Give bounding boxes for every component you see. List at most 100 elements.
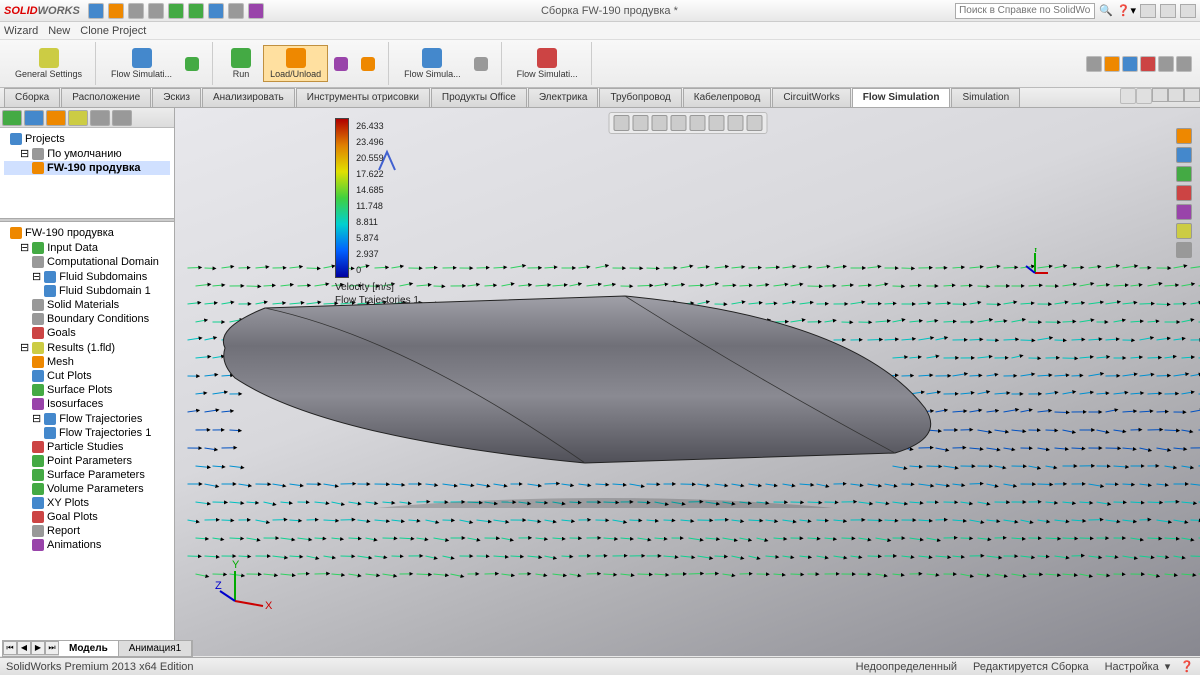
tab-nav-next[interactable]: ▶	[31, 641, 45, 655]
menu-wizard[interactable]: Wizard	[4, 25, 38, 37]
flow-simulation-button-3[interactable]: Flow Simulati...	[510, 45, 585, 82]
tree-solid-materials[interactable]: Solid Materials	[4, 298, 170, 312]
tree-results[interactable]: ⊟Results (1.fld)	[4, 340, 170, 355]
ribbon-small-1[interactable]	[181, 55, 206, 73]
tree-report[interactable]: Report	[4, 524, 170, 538]
undo-icon[interactable]	[168, 3, 184, 19]
tab-office[interactable]: Продукты Office	[431, 88, 527, 107]
tab-piping[interactable]: Трубопровод	[599, 88, 681, 107]
toolbox-icon-4[interactable]	[1140, 56, 1156, 72]
doc-maximize-button[interactable]	[1168, 88, 1184, 102]
tree-mesh[interactable]: Mesh	[4, 355, 170, 369]
ribbon-small-4[interactable]	[470, 55, 495, 73]
taskpane-resources-icon[interactable]	[1176, 128, 1192, 144]
ribbon-small-3[interactable]	[357, 55, 382, 73]
taskpane-view-icon[interactable]	[1176, 185, 1192, 201]
general-settings-button[interactable]: General Settings	[8, 45, 89, 82]
panel-tab-feature[interactable]	[2, 110, 22, 126]
rotate-icon[interactable]	[651, 115, 667, 131]
help-icon[interactable]: ❓	[1180, 660, 1194, 673]
tree-goals[interactable]: Goals	[4, 326, 170, 340]
menu-clone-project[interactable]: Clone Project	[80, 25, 146, 37]
tab-sketch[interactable]: Эскиз	[152, 88, 201, 107]
tree-surface-parameters[interactable]: Surface Parameters	[4, 468, 170, 482]
panel-tab-config[interactable]	[46, 110, 66, 126]
zoom-fit-icon[interactable]	[613, 115, 629, 131]
tab-simulation[interactable]: Simulation	[951, 88, 1020, 107]
print-icon[interactable]	[148, 3, 164, 19]
tree-point-parameters[interactable]: Point Parameters	[4, 454, 170, 468]
tab-assembly[interactable]: Сборка	[4, 88, 60, 107]
tree-comp-domain[interactable]: Computational Domain	[4, 255, 170, 269]
tree-default-config[interactable]: ⊟По умолчанию	[4, 146, 170, 161]
tab-cabling[interactable]: Кабелепровод	[683, 88, 772, 107]
tab-circuitworks[interactable]: CircuitWorks	[772, 88, 850, 107]
tab-analyze[interactable]: Анализировать	[202, 88, 295, 107]
tree-input-data[interactable]: ⊟Input Data	[4, 240, 170, 255]
3d-viewport[interactable]: 26.433 23.496 20.559 17.622 14.685 11.74…	[175, 108, 1200, 656]
tree-particle-studies[interactable]: Particle Studies	[4, 440, 170, 454]
scene-icon[interactable]	[746, 115, 762, 131]
save-icon[interactable]	[128, 3, 144, 19]
run-button[interactable]: Run	[221, 45, 261, 82]
load-unload-button[interactable]: Load/Unload	[263, 45, 328, 82]
tree-surface-plots[interactable]: Surface Plots	[4, 383, 170, 397]
tab-model[interactable]: Модель	[59, 641, 119, 656]
panel-tab-display[interactable]	[90, 110, 110, 126]
tab-electrical[interactable]: Электрика	[528, 88, 599, 107]
camera-icon[interactable]	[1158, 56, 1174, 72]
window-cascade-icon[interactable]	[1136, 88, 1152, 104]
flow-simulation-button-1[interactable]: Flow Simulati...	[104, 45, 179, 82]
options-icon[interactable]	[228, 3, 244, 19]
doc-close-button[interactable]	[1184, 88, 1200, 102]
view-orientation-icon[interactable]	[670, 115, 686, 131]
tree-root[interactable]: FW-190 продувка	[4, 226, 170, 240]
zoom-area-icon[interactable]	[632, 115, 648, 131]
menu-new[interactable]: New	[48, 25, 70, 37]
new-icon[interactable]	[88, 3, 104, 19]
screenshot-icon[interactable]	[248, 3, 264, 19]
toolbox-icon-3[interactable]	[1122, 56, 1138, 72]
tab-animation-1[interactable]: Анимация1	[119, 641, 193, 656]
tree-isosurfaces[interactable]: Isosurfaces	[4, 397, 170, 411]
tree-fluid-subdomain-1[interactable]: Fluid Subdomain 1	[4, 284, 170, 298]
search-icon[interactable]: 🔍	[1099, 4, 1113, 17]
taskpane-library-icon[interactable]	[1176, 147, 1192, 163]
tree-volume-parameters[interactable]: Volume Parameters	[4, 482, 170, 496]
status-customize[interactable]: Настройка	[1105, 661, 1159, 673]
tab-layout[interactable]: Расположение	[61, 88, 151, 107]
rebuild-icon[interactable]	[208, 3, 224, 19]
redo-icon[interactable]	[188, 3, 204, 19]
open-icon[interactable]	[108, 3, 124, 19]
tab-nav-last[interactable]: ⏭	[45, 641, 59, 655]
tab-flow-simulation[interactable]: Flow Simulation	[852, 88, 951, 107]
hide-show-icon[interactable]	[708, 115, 724, 131]
flow-simulation-button-2[interactable]: Flow Simula...	[397, 45, 468, 82]
tree-boundary-conditions[interactable]: Boundary Conditions	[4, 312, 170, 326]
help-search-input[interactable]	[955, 3, 1095, 19]
toolbox-icon-5[interactable]	[1176, 56, 1192, 72]
tree-flow-trajectories[interactable]: ⊟Flow Trajectories	[4, 411, 170, 426]
minimize-button[interactable]	[1140, 4, 1156, 18]
maximize-button[interactable]	[1160, 4, 1176, 18]
tab-nav-first[interactable]: ⏮	[3, 641, 17, 655]
taskpane-appearance-icon[interactable]	[1176, 204, 1192, 220]
taskpane-explorer-icon[interactable]	[1176, 166, 1192, 182]
doc-minimize-button[interactable]	[1152, 88, 1168, 102]
tree-cut-plots[interactable]: Cut Plots	[4, 369, 170, 383]
orientation-triad[interactable]: Y X Z	[215, 556, 275, 616]
toolbox-icon-2[interactable]	[1104, 56, 1120, 72]
tree-goal-plots[interactable]: Goal Plots	[4, 510, 170, 524]
tree-flow-trajectories-1[interactable]: Flow Trajectories 1	[4, 426, 170, 440]
ribbon-small-2[interactable]	[330, 55, 355, 73]
chevron-down-icon[interactable]: ▾	[1165, 660, 1171, 673]
tree-fw190-project[interactable]: FW-190 продувка	[4, 161, 170, 175]
panel-tab-property[interactable]	[24, 110, 44, 126]
tree-fluid-subdomains[interactable]: ⊟Fluid Subdomains	[4, 269, 170, 284]
tab-nav-prev[interactable]: ◀	[17, 641, 31, 655]
tree-projects[interactable]: Projects	[4, 132, 170, 146]
window-tile-icon[interactable]	[1120, 88, 1136, 104]
close-button[interactable]	[1180, 4, 1196, 18]
display-style-icon[interactable]	[689, 115, 705, 131]
appearance-icon[interactable]	[727, 115, 743, 131]
